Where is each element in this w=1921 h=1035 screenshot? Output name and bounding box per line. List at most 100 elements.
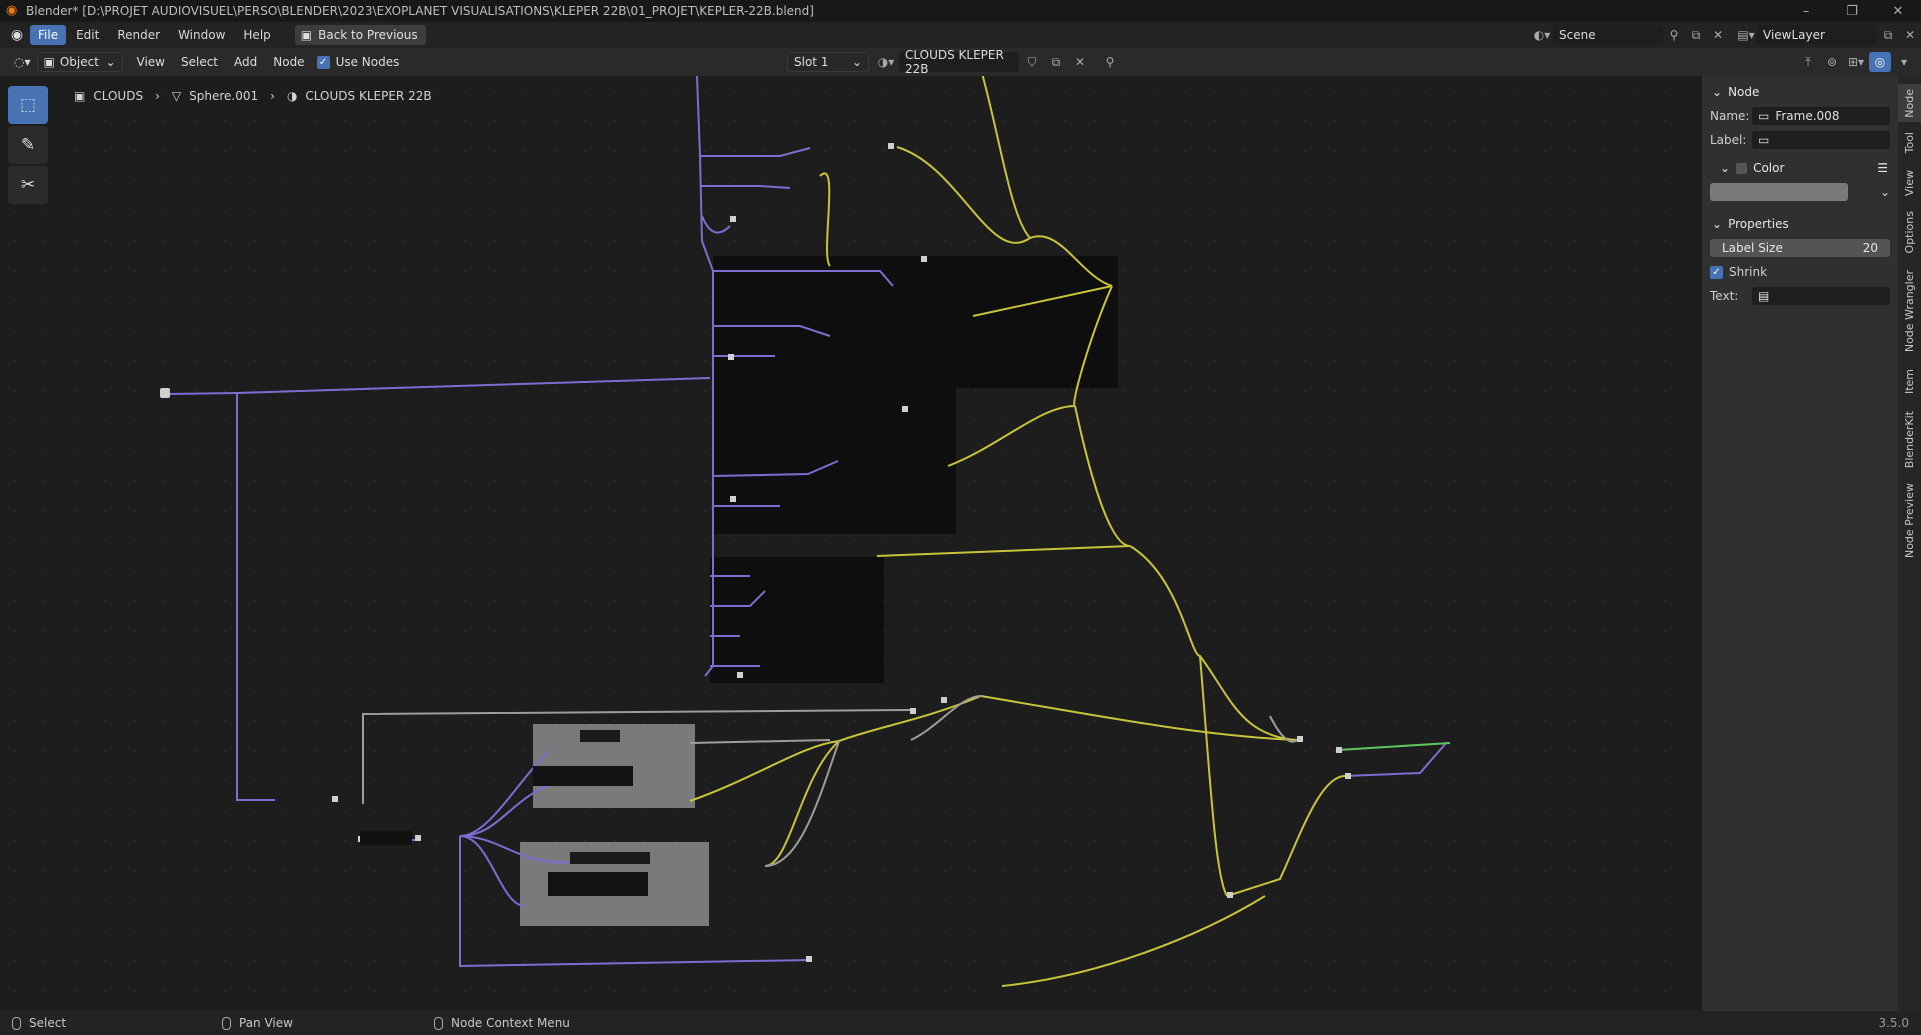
fake-user-icon[interactable]: ⛉	[1021, 52, 1043, 72]
pin-icon[interactable]: ⚲	[1099, 52, 1121, 72]
node	[806, 956, 812, 962]
node	[1227, 892, 1233, 898]
node-graph[interactable]	[0, 76, 1692, 1011]
menu-render[interactable]: Render	[109, 25, 168, 45]
maximize-button[interactable]: ❐	[1829, 0, 1875, 22]
menu-file[interactable]: File	[30, 25, 67, 45]
new-viewlayer-icon[interactable]: ⧉	[1877, 25, 1899, 45]
blender-menu-icon[interactable]: ◉	[4, 22, 30, 48]
mouse-middle-icon	[222, 1016, 231, 1030]
scene-browse-icon[interactable]: ◐▾	[1531, 25, 1553, 45]
output-link	[1337, 742, 1451, 751]
node	[902, 406, 908, 412]
tab-tool[interactable]: Tool	[1898, 126, 1921, 160]
status-bar: Select Pan View Node Context Menu 3.5.0	[0, 1011, 1921, 1035]
node	[533, 766, 633, 786]
tab-node[interactable]: Node	[1898, 84, 1921, 122]
node-name-row: Name: ▭ Frame.008	[1702, 104, 1898, 128]
blender-app-icon: ◉	[6, 3, 18, 18]
chevron-down-icon[interactable]: ⌄	[1880, 185, 1890, 199]
editor-type-dropdown[interactable]: ◌▾	[8, 52, 37, 72]
node	[1297, 736, 1303, 742]
node-editor-icon: ◌▾	[14, 55, 31, 69]
node-label-field[interactable]: ▭	[1752, 131, 1890, 149]
color-toggle-checkbox[interactable]	[1736, 162, 1748, 174]
label-size-field[interactable]: Label Size 20	[1710, 239, 1890, 257]
shrink-checkbox[interactable]: ✓	[1710, 265, 1723, 279]
pin-scene-icon[interactable]: ⚲	[1663, 25, 1685, 45]
node	[888, 143, 894, 149]
status-context-menu: Node Context Menu	[434, 1016, 570, 1030]
viewlayer-field[interactable]: ViewLayer	[1757, 25, 1877, 45]
node	[570, 852, 650, 864]
tab-node-preview[interactable]: Node Preview	[1898, 480, 1921, 562]
delete-viewlayer-icon[interactable]: ✕	[1899, 25, 1921, 45]
menu-help[interactable]: Help	[235, 25, 278, 45]
parent-node-tree-icon[interactable]: ⤒	[1797, 52, 1819, 72]
node	[941, 697, 947, 703]
object-type-dropdown[interactable]: ▣ Object ⌄	[36, 52, 123, 72]
node	[332, 796, 338, 802]
node	[415, 835, 421, 841]
node	[360, 831, 412, 845]
material-name-field[interactable]: CLOUDS KLEPER 22B	[899, 48, 1019, 76]
minimize-button[interactable]: –	[1783, 0, 1829, 22]
node	[730, 496, 736, 502]
node-editor-header: ◌▾ ▣ Object ⌄ View Select Add Node ✓ Use…	[0, 48, 1921, 76]
node	[730, 216, 736, 222]
color-subpanel-header[interactable]: ⌄ Color ☰	[1702, 156, 1898, 180]
close-button[interactable]: ✕	[1875, 0, 1921, 22]
frame-node-dark[interactable]	[713, 256, 1118, 388]
node-name-field[interactable]: ▭ Frame.008	[1752, 107, 1890, 125]
tab-options[interactable]: Options	[1898, 206, 1921, 258]
snap-settings-icon[interactable]: ⊞▾	[1845, 52, 1867, 72]
properties-panel-header[interactable]: ⌄ Properties	[1702, 212, 1898, 236]
mouse-left-icon	[12, 1016, 21, 1030]
color-swatch[interactable]	[1710, 183, 1848, 201]
chevron-down-icon: ⌄	[1720, 161, 1731, 175]
list-icon[interactable]: ☰	[1877, 161, 1888, 175]
menu-add[interactable]: Add	[226, 55, 265, 69]
tab-view[interactable]: View	[1898, 164, 1921, 202]
duplicate-material-icon[interactable]: ⧉	[1045, 52, 1067, 72]
version-label: 3.5.0	[1878, 1016, 1909, 1030]
chevron-down-icon: ⌄	[105, 55, 116, 69]
node	[1345, 773, 1351, 779]
menu-edit[interactable]: Edit	[68, 25, 107, 45]
new-scene-icon[interactable]: ⧉	[1685, 25, 1707, 45]
mouse-right-icon	[434, 1016, 443, 1030]
overlays-dropdown-icon[interactable]: ▾	[1893, 52, 1915, 72]
text-datablock-field[interactable]: ▤	[1752, 287, 1890, 305]
snap-icon[interactable]: ⊚	[1821, 52, 1843, 72]
menu-view[interactable]: View	[129, 55, 173, 69]
scene-field[interactable]: Scene	[1553, 25, 1663, 45]
menu-window[interactable]: Window	[170, 25, 233, 45]
tab-item[interactable]: Item	[1898, 364, 1921, 400]
node-icon: ▭	[1758, 133, 1770, 147]
node	[580, 730, 620, 742]
tab-node-wrangler[interactable]: Node Wrangler	[1898, 262, 1921, 360]
overlays-icon[interactable]: ◎	[1869, 52, 1891, 72]
menu-node[interactable]: Node	[265, 55, 312, 69]
text-row: Text: ▤	[1702, 284, 1898, 308]
window-title: Blender* [D:\PROJET AUDIOVISUEL\PERSO\BL…	[26, 4, 814, 18]
node	[160, 388, 170, 398]
menu-select[interactable]: Select	[173, 55, 226, 69]
use-nodes-checkbox[interactable]: ✓	[316, 55, 330, 69]
slot-dropdown[interactable]: Slot 1 ⌄	[787, 52, 869, 72]
color-row: ⌄	[1702, 180, 1898, 204]
sidebar-tabs: Node Tool View Options Node Wrangler Ite…	[1898, 76, 1921, 1011]
node-editor-canvas[interactable]: ⬚ ✎ ✂ ▣ CLOUDS › ▽ Sphere.001 › ◑ CLOUDS…	[0, 76, 1692, 1011]
delete-scene-icon[interactable]: ✕	[1707, 25, 1729, 45]
tab-blenderkit[interactable]: BlenderKit	[1898, 404, 1921, 476]
node-panel-header[interactable]: ⌄ Node	[1702, 80, 1898, 104]
viewlayer-browse-icon[interactable]: ▤▾	[1735, 25, 1757, 45]
color-links	[362, 695, 1298, 867]
unlink-material-icon[interactable]: ✕	[1069, 52, 1091, 72]
back-to-previous-button[interactable]: ▣ Back to Previous	[294, 25, 426, 45]
node	[921, 256, 927, 262]
material-browse-icon[interactable]: ◑▾	[875, 52, 897, 72]
node-label-row: Label: ▭	[1702, 128, 1898, 152]
chevron-down-icon: ⌄	[1712, 217, 1723, 231]
frame-node-dark[interactable]	[713, 388, 956, 534]
